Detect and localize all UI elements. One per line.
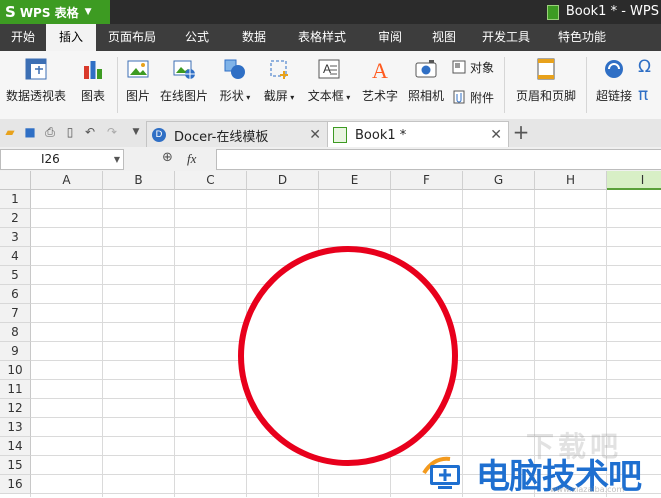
spreadsheet-icon [333,127,347,143]
watermark: 下载吧 电脑技术吧 www.xiazaiba.com [420,430,661,497]
chevron-down-icon: ▼ [84,7,92,17]
header-footer-icon [535,58,557,80]
chart-icon [82,58,104,80]
menu-data[interactable]: 数据 [226,24,282,51]
menu-table-style[interactable]: 表格样式 [282,24,362,51]
tab-docer-label: Docer-在线模板 [174,129,269,145]
ribbon-divider [586,57,587,113]
attachment-icon [453,90,465,104]
print-icon[interactable]: ⎙ [42,124,58,140]
picture-label: 图片 [125,89,150,103]
docer-icon: D [152,128,166,142]
picture-button[interactable]: 图片 [122,55,154,113]
hyperlink-label: 超链接 [595,89,632,103]
hyperlink-icon [603,58,625,80]
formula-symbol-button[interactable]: π [638,85,648,105]
redo-icon[interactable]: ↷ [104,124,120,140]
pivot-table-label: 数据透视表 [5,89,66,103]
menu-bar: 开始 插入 页面布局 公式 数据 表格样式 审阅 视图 开发工具 特色功能 [0,24,661,51]
textbox-label: 文本框 [307,89,344,103]
screenshot-label: 截屏 [263,89,288,103]
header-footer-label: 页眉和页脚 [515,89,576,103]
menu-developer[interactable]: 开发工具 [470,24,542,51]
svg-text:A: A [323,62,331,76]
object-icon [452,60,466,74]
menu-formula[interactable]: 公式 [168,24,226,51]
online-picture-icon [173,58,195,80]
pivot-table-button[interactable]: 数据透视表 [4,55,68,113]
svg-text:A: A [372,58,388,80]
menu-review[interactable]: 审阅 [362,24,418,51]
online-picture-button[interactable]: 在线图片 [158,55,210,113]
tab-docer-templates[interactable]: D Docer-在线模板 ✕ [146,121,328,148]
undo-icon[interactable]: ↶ [82,124,98,140]
zoom-search-icon[interactable]: ⊕ [162,150,173,165]
shapes-button[interactable]: 形状 ▾ [216,55,254,113]
camera-label: 照相机 [407,89,444,103]
textbox-icon: A [318,58,340,80]
new-tab-plus-icon[interactable]: + [511,122,531,142]
document-icon [546,4,559,20]
watermark-url: www.xiazaiba.com [550,485,625,494]
tab-book1-label: Book1 * [355,127,407,143]
online-picture-label: 在线图片 [159,89,208,103]
wps-logo-icon: S [5,3,16,21]
close-tab-icon[interactable]: ✕ [490,127,502,143]
title-bar: S WPS 表格 ▼ Book1 * - WPS [0,0,661,24]
app-menu-button[interactable]: S WPS 表格 ▼ [0,0,110,24]
chevron-down-icon[interactable]: ▼ [114,150,120,169]
attachment-button[interactable]: 附件 [452,88,494,106]
wordart-button[interactable]: A 艺术字 [360,55,400,113]
circle-shape[interactable] [238,246,458,466]
chart-label: 图表 [80,89,105,103]
pivot-table-icon [25,58,47,80]
name-box-value: I26 [41,152,60,166]
app-name: WPS 表格 [19,5,79,20]
tab-bar: ▰ ■ ⎙ ▯ ↶ ↷ ▼ D Docer-在线模板 ✕ Book1 * ✕ + [0,119,661,148]
quick-access-dropdown-icon[interactable]: ▼ [128,124,144,140]
symbol-button[interactable]: Ω [638,57,651,77]
fx-icon[interactable]: fx [187,151,196,167]
menu-home[interactable]: 开始 [0,24,46,51]
attachment-label: 附件 [470,90,495,105]
object-label: 对象 [470,60,495,75]
ribbon-divider [117,57,118,113]
wordart-label: 艺术字 [361,89,398,103]
hyperlink-button[interactable]: 超链接 [592,55,636,113]
shapes-label: 形状 [219,89,244,103]
ribbon-divider [504,57,505,113]
menu-insert[interactable]: 插入 [46,24,96,51]
screenshot-button[interactable]: 截屏 ▾ [259,55,299,113]
menu-view[interactable]: 视图 [418,24,470,51]
textbox-button[interactable]: A 文本框 ▾ [304,55,354,113]
formula-bar: I26 ▼ ⊕ fx [0,147,661,172]
screenshot-dropdown-icon: ▾ [287,93,295,102]
ribbon-insert: 数据透视表 图表 图片 在线图片 形状 ▾ 截屏 ▾ A 文本框 ▾ A 艺术字… [0,51,661,120]
open-folder-icon[interactable]: ▰ [2,124,18,140]
window-title: Book1 * - WPS [546,0,659,24]
shapes-dropdown-icon: ▾ [243,93,251,102]
menu-page-layout[interactable]: 页面布局 [96,24,168,51]
chart-button[interactable]: 图表 [76,55,110,113]
screenshot-icon [268,58,290,80]
menu-features[interactable]: 特色功能 [542,24,622,51]
save-icon[interactable]: ■ [22,124,38,140]
camera-button[interactable]: 照相机 [405,55,447,113]
textbox-dropdown-icon: ▾ [343,93,351,102]
header-footer-button[interactable]: 页眉和页脚 [510,55,582,113]
object-button[interactable]: 对象 [452,58,494,76]
wordart-icon: A [369,58,391,83]
tab-book1[interactable]: Book1 * ✕ [327,121,509,148]
shapes-icon [224,58,246,80]
computer-logo-icon [422,456,460,489]
picture-icon [127,58,149,80]
name-box[interactable]: I26 ▼ [0,149,124,170]
window-title-text: Book1 * - WPS [565,4,659,19]
print-preview-icon[interactable]: ▯ [62,124,78,140]
camera-icon [415,58,437,80]
formula-input[interactable] [216,149,661,170]
close-tab-icon[interactable]: ✕ [309,127,321,143]
